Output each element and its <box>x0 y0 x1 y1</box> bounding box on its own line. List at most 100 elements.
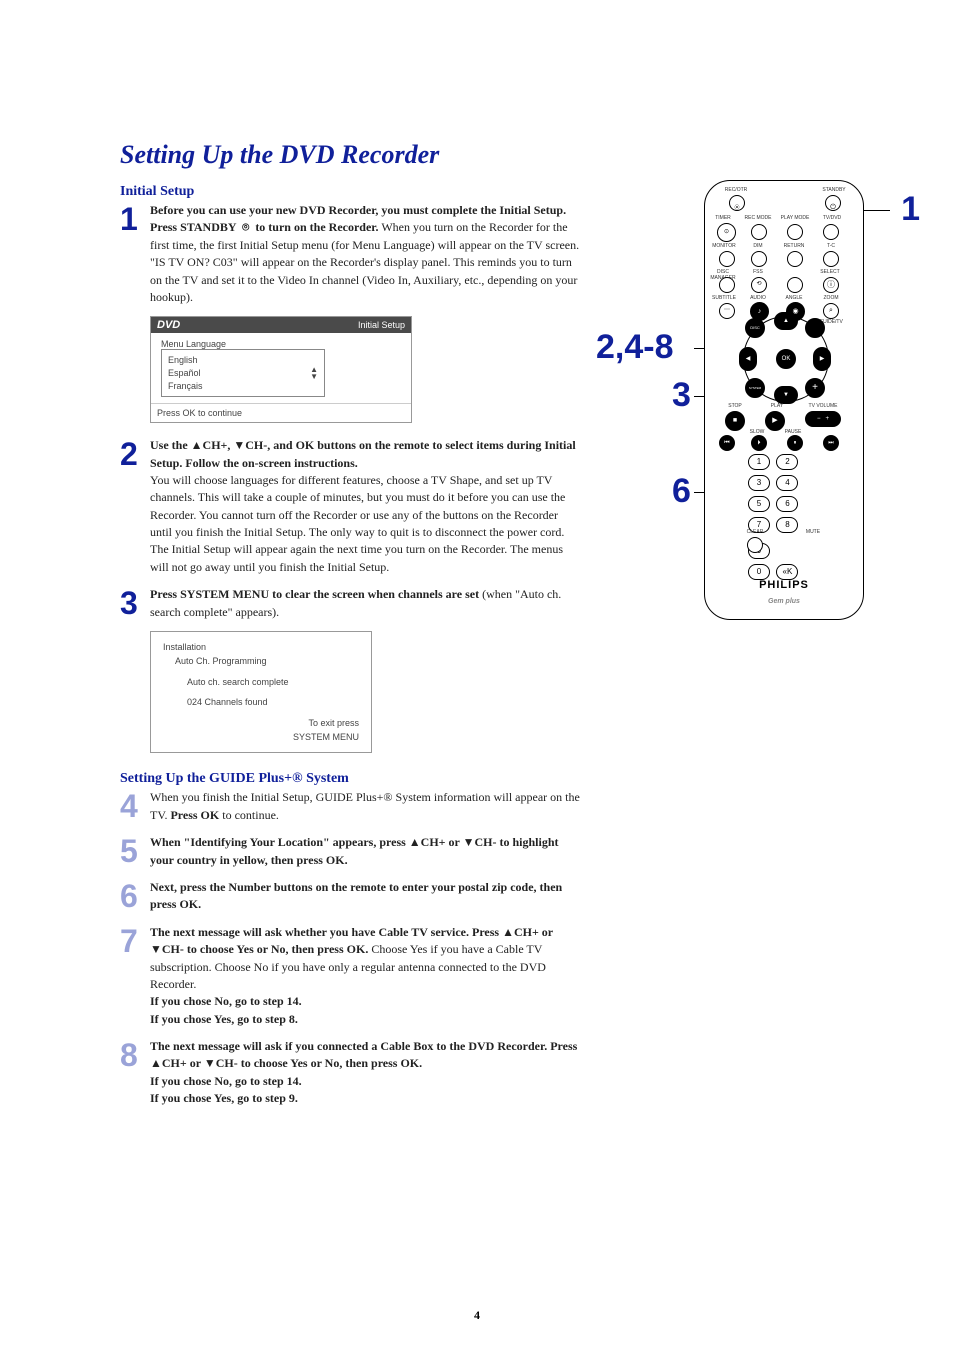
btn-label: REC MODE <box>743 215 773 221</box>
rec-mode-button[interactable] <box>751 224 767 240</box>
num-3-button[interactable]: 3 <box>748 475 770 491</box>
step-1: 1 Before you can use your new DVD Record… <box>120 202 580 306</box>
num-2-button[interactable]: 2 <box>776 454 798 470</box>
step-text-bold: If you chose No, go to step 14. <box>150 994 302 1008</box>
step-number: 6 <box>120 873 138 919</box>
ch-minus-button[interactable]: ▼ <box>774 386 798 404</box>
ch-plus-button[interactable]: ▲ <box>774 312 798 330</box>
stop-button[interactable]: ■ <box>725 411 745 431</box>
osd-list-item: Español <box>168 367 203 380</box>
tv-volume-button[interactable]: − + <box>805 411 841 427</box>
step-number: 1 <box>120 196 138 242</box>
rec-otr-button[interactable]: ⦿ <box>729 195 745 211</box>
callout-3: 3 <box>672 376 691 415</box>
step-text-bold: If you chose Yes, go to step 8. <box>150 1012 298 1026</box>
btn-label: STOP <box>723 403 747 409</box>
monitor-button[interactable] <box>719 251 735 267</box>
disc-button[interactable]: DISC <box>745 318 765 338</box>
btn-label: ANGLE <box>781 295 807 301</box>
play-mode-button[interactable] <box>787 224 803 240</box>
step-number: 4 <box>120 783 138 829</box>
osd-line: Auto Ch. Programming <box>163 654 359 668</box>
step-number: 3 <box>120 580 138 626</box>
right-button[interactable]: ▶ <box>813 347 831 371</box>
num-1-button[interactable]: 1 <box>748 454 770 470</box>
step-text-bold: Next, press the Number buttons on the re… <box>150 880 562 911</box>
page-title: Setting Up the DVD Recorder <box>120 140 580 170</box>
timer-button[interactable]: ⊙ <box>717 223 736 242</box>
step-text-bold: If you chose Yes, go to step 9. <box>150 1091 298 1105</box>
blank-button[interactable] <box>787 277 803 293</box>
standby-button[interactable]: ⏻ <box>825 195 841 211</box>
step-text-bold: If you chose No, go to step 14. <box>150 1074 302 1088</box>
fss-button[interactable]: ⟲ <box>751 277 767 293</box>
step-text-bold: Press OK <box>170 808 219 822</box>
num-5-button[interactable]: 5 <box>748 496 770 512</box>
btn-label: PLAY <box>765 403 789 409</box>
tv-dvd-button[interactable] <box>823 224 839 240</box>
osd-initial-setup: DVD Initial Setup Menu Language English … <box>150 316 412 423</box>
osd-line: Installation <box>163 640 359 654</box>
pause-button[interactable]: ⏸ <box>787 435 803 451</box>
rewind-button[interactable]: ⏮ <box>719 435 735 451</box>
btn-label: RETURN <box>781 243 807 249</box>
step-text-bold: Press SYSTEM MENU to clear the screen wh… <box>150 587 479 601</box>
osd-line: 024 Channels found <box>163 695 359 709</box>
btn-label: MONITOR <box>709 243 739 249</box>
btn-label: SELECT <box>817 269 843 275</box>
system-button[interactable]: SYSTEM <box>745 378 765 398</box>
step-2: 2 Use the ▲CH+, ▼CH-, and OK buttons on … <box>120 437 580 576</box>
osd-list-label: Menu Language <box>161 339 401 349</box>
play-button[interactable]: ▶ <box>765 411 785 431</box>
step-number: 7 <box>120 918 138 964</box>
num-4-button[interactable]: 4 <box>776 475 798 491</box>
btn-label: TV/DVD <box>819 215 845 221</box>
callout-6: 6 <box>672 472 691 511</box>
tc-button[interactable] <box>823 251 839 267</box>
num-0-button[interactable]: 0 <box>748 564 770 580</box>
num-8-button[interactable]: 8 <box>776 517 798 533</box>
record-icon: ⦿ <box>734 205 739 211</box>
step-4: 4 When you finish the Initial Setup, GUI… <box>120 789 580 824</box>
btn-label: AUDIO <box>745 295 771 301</box>
spacer <box>776 537 796 551</box>
step-text-bold: Before you can use your new DVD Recorder… <box>150 203 566 217</box>
osd-footer: Press OK to continue <box>151 403 411 422</box>
step-text-bold: Use the ▲CH+, ▼CH-, and OK buttons on th… <box>150 438 576 469</box>
btn-label: PLAY MODE <box>779 215 811 221</box>
mute-k-button[interactable]: «K <box>776 564 798 580</box>
select-info-button[interactable]: ⓘ <box>823 277 839 293</box>
subtitle-button[interactable]: ⋯ <box>719 303 735 319</box>
dim-button[interactable] <box>751 251 767 267</box>
num-6-button[interactable]: 6 <box>776 496 798 512</box>
number-grid: 1 2 3 4 5 6 7 8 9 0 «K <box>747 451 823 582</box>
slow-button[interactable]: ⏵ <box>751 435 767 451</box>
return-button[interactable] <box>787 251 803 267</box>
updown-icon: ▲▼ <box>310 366 318 380</box>
osd-title: Initial Setup <box>358 320 405 330</box>
section-heading-initial: Initial Setup <box>120 184 580 200</box>
forward-button[interactable]: ⏭ <box>823 435 839 451</box>
step-text: to continue. <box>219 808 279 822</box>
step-text-bold: Press STANDBY ⌾ to turn on the Recorder. <box>150 220 379 234</box>
clear-button[interactable] <box>747 537 763 553</box>
remote-illustration: 1 2,4-8 3 6 REC/OTR ⦿ STANDBY ⏻ TIMER <box>634 180 894 620</box>
ok-button[interactable]: OK <box>776 349 796 369</box>
corner-button[interactable]: + <box>805 378 825 398</box>
osd-line: To exit press <box>163 716 359 730</box>
btn-label: MUTE <box>801 529 825 535</box>
corner-button[interactable] <box>805 318 825 338</box>
btn-label: SUBTITLE <box>709 295 739 301</box>
osd-list-item: Français <box>168 380 203 393</box>
osd-line: Auto ch. search complete <box>163 675 359 689</box>
step-8: 8 The next message will ask if you conne… <box>120 1038 580 1108</box>
btn-label: TIMER <box>711 215 735 221</box>
step-text-bold: When "Identifying Your Location" appears… <box>150 835 559 866</box>
disc-manager-button[interactable] <box>719 277 735 293</box>
left-button[interactable]: ◀ <box>739 347 757 371</box>
callout-248: 2,4-8 <box>596 328 674 367</box>
step-number: 5 <box>120 828 138 874</box>
osd-auto-channel: Installation Auto Ch. Programming Auto c… <box>150 631 372 753</box>
step-6: 6 Next, press the Number buttons on the … <box>120 879 580 914</box>
step-5: 5 When "Identifying Your Location" appea… <box>120 834 580 869</box>
